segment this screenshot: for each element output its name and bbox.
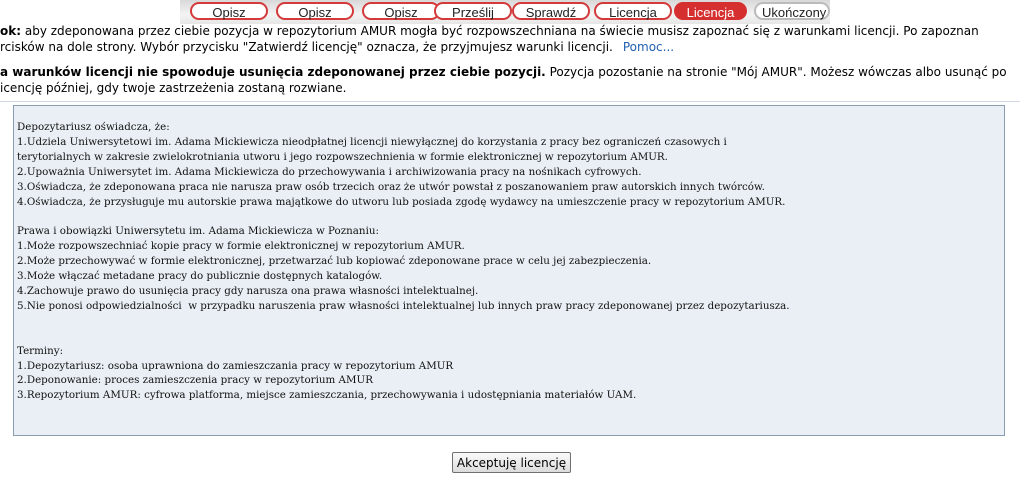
license-instructions: ok: aby zdeponowana przez ciebie pozycja… <box>0 23 1020 55</box>
step-tab-license-current[interactable]: Licencja <box>674 2 747 20</box>
help-link[interactable]: Pomoc... <box>623 40 674 54</box>
step-tab-license-1[interactable]: Licencja <box>594 2 672 20</box>
notice-bold-text: a warunków licencji nie spowoduje usunię… <box>0 65 546 79</box>
submission-progress-bar: Opisz Opisz Opisz Prześlij Sprawdź Licen… <box>180 0 830 24</box>
instructions-line-1: aby zdeponowana przez ciebie pozycja w r… <box>21 24 979 38</box>
license-text-area[interactable]: Depozytariusz oświadcza, że: 1.Udziela U… <box>13 105 1005 436</box>
step-tab-describe-2[interactable]: Opisz <box>276 2 354 20</box>
step-tab-complete[interactable]: Ukończony <box>754 2 830 20</box>
license-reject-notice: a warunków licencji nie spowoduje usunię… <box>0 64 1020 96</box>
license-text: Depozytariusz oświadcza, że: 1.Udziela U… <box>17 121 790 402</box>
instructions-step-label: ok: <box>0 24 22 38</box>
instructions-line-2: rcisków na dole strony. Wybór przycisku … <box>0 40 613 54</box>
divider <box>0 101 1020 102</box>
step-tab-verify[interactable]: Sprawdź <box>512 2 590 20</box>
step-tab-upload[interactable]: Prześlij <box>434 2 512 20</box>
accept-license-button[interactable]: Akceptuję licencję <box>452 452 571 473</box>
notice-line-2: icencję później, gdy twoje zastrzeżenia … <box>0 81 347 95</box>
step-tab-describe-3[interactable]: Opisz <box>362 2 440 20</box>
notice-line-1: Pozycja pozostanie na stronie "Mój AMUR"… <box>545 65 1007 79</box>
step-tab-describe-1[interactable]: Opisz <box>190 2 268 20</box>
